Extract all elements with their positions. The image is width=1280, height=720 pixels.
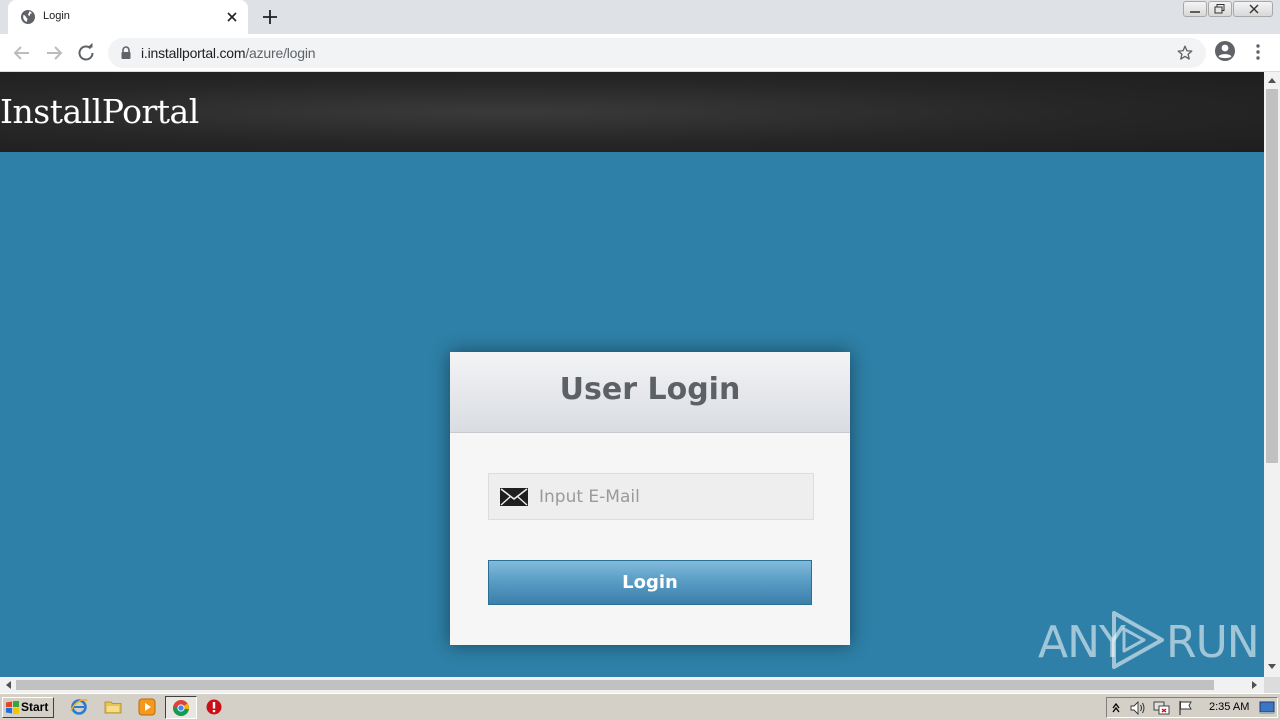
close-icon[interactable]	[224, 9, 240, 25]
action-center-flag-icon[interactable]	[1177, 700, 1195, 716]
taskbar: Start 2:35 AM	[0, 693, 1280, 720]
restore-button[interactable]	[1208, 1, 1232, 17]
clock[interactable]: 2:35 AM	[1209, 701, 1249, 713]
show-desktop-icon[interactable]	[1259, 701, 1275, 715]
network-icon[interactable]	[1153, 700, 1171, 716]
site-header: InstallPortal	[0, 72, 1264, 152]
minimize-button[interactable]	[1183, 1, 1207, 17]
horizontal-scroll-thumb[interactable]	[16, 680, 1214, 690]
scroll-down-arrow-icon[interactable]	[1268, 664, 1276, 670]
new-tab-icon[interactable]	[260, 7, 280, 27]
login-title: User Login	[559, 372, 741, 407]
address-bar[interactable]: i.installportal.com/azure/login	[108, 38, 1206, 68]
url-host: i.installportal.com	[141, 45, 246, 61]
browser-tab-strip: Login	[0, 0, 1280, 34]
kebab-menu-icon[interactable]	[1250, 42, 1266, 62]
media-player-icon[interactable]	[138, 698, 156, 716]
anyrun-watermark: ANY RUN	[1038, 609, 1260, 671]
email-input[interactable]	[539, 474, 809, 519]
start-label: Start	[21, 700, 49, 714]
login-card-header: User Login	[450, 352, 850, 433]
minimize-icon	[1190, 11, 1200, 13]
close-window-icon	[1249, 4, 1259, 14]
scroll-left-arrow-icon[interactable]	[5, 681, 11, 689]
vertical-scrollbar[interactable]	[1264, 72, 1280, 677]
speaker-volume-icon[interactable]	[1129, 700, 1147, 716]
bookmark-star-icon[interactable]	[1176, 44, 1194, 62]
page-viewport: InstallPortal User Login Login ANY RUN	[0, 72, 1264, 677]
scroll-up-arrow-icon[interactable]	[1268, 77, 1276, 83]
scrollbar-corner	[1264, 677, 1280, 693]
envelope-icon	[500, 488, 528, 506]
browser-toolbar: i.installportal.com/azure/login	[0, 34, 1280, 72]
restore-icon	[1214, 4, 1225, 14]
browser-tab-login[interactable]: Login	[8, 0, 248, 34]
windows-flag-icon	[6, 701, 19, 714]
reload-icon[interactable]	[74, 41, 98, 65]
forward-arrow-icon[interactable]	[42, 41, 66, 65]
internet-explorer-icon[interactable]	[70, 698, 88, 716]
play-logo-icon	[1112, 611, 1164, 669]
lock-icon[interactable]	[120, 46, 132, 60]
profile-avatar-icon[interactable]	[1214, 40, 1236, 62]
start-button[interactable]: Start	[2, 697, 54, 718]
globe-icon	[21, 10, 35, 24]
address-url[interactable]: i.installportal.com/azure/login	[141, 45, 316, 61]
email-field-wrapper[interactable]	[488, 473, 814, 520]
opera-stop-icon[interactable]	[205, 698, 223, 716]
window-close-button[interactable]	[1233, 1, 1273, 17]
scroll-right-arrow-icon[interactable]	[1252, 681, 1258, 689]
folder-explorer-icon[interactable]	[104, 698, 122, 716]
watermark-text-right: RUN	[1166, 617, 1260, 668]
horizontal-scrollbar[interactable]	[0, 677, 1264, 693]
site-logo[interactable]: InstallPortal	[0, 92, 199, 131]
vertical-scroll-thumb[interactable]	[1266, 89, 1278, 463]
tab-title: Login	[43, 10, 70, 22]
show-hidden-icons-chevron-icon[interactable]	[1112, 702, 1120, 714]
system-tray: 2:35 AM	[1106, 697, 1278, 718]
login-button[interactable]: Login	[488, 560, 812, 605]
chrome-taskbar-button[interactable]	[165, 696, 197, 719]
login-card: User Login Login	[450, 352, 850, 645]
back-arrow-icon[interactable]	[10, 41, 34, 65]
url-path: /azure/login	[245, 45, 316, 61]
chrome-icon	[172, 700, 189, 716]
